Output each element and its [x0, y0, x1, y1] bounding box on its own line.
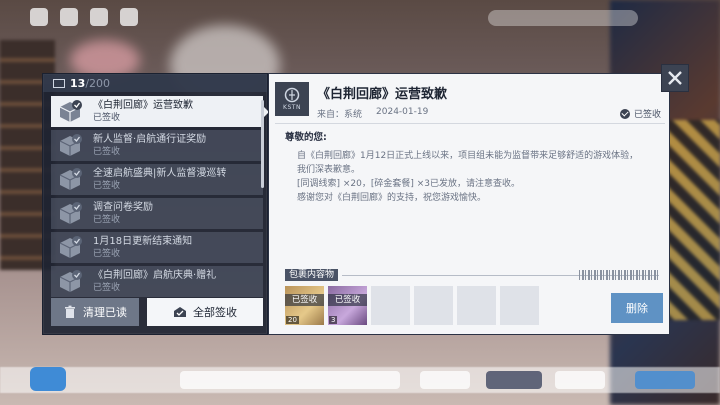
hud-button[interactable]	[486, 371, 542, 389]
currency-bar	[488, 10, 638, 26]
mail-body-line: 自《白荆回廊》1月12日正式上线以来，项目组未能为监督带来足够舒适的游戏体验，	[297, 151, 639, 161]
mail-item[interactable]: 1月18日更新结束通知 已签收	[51, 232, 263, 263]
mail-item-status: 已签收	[93, 146, 121, 157]
mail-body: 尊敬的您: 自《白荆回廊》1月12日正式上线以来，项目组未能为监督带来足够舒适的…	[285, 131, 665, 205]
hud-button[interactable]	[555, 371, 605, 389]
mail-item-title: 《白荆回廊》运营致歉	[93, 99, 193, 111]
empty-slot	[371, 286, 410, 325]
box-check-icon	[57, 99, 87, 125]
attachment-state: 已签收	[285, 294, 324, 306]
mail-list: 《白荆回廊》运营致歉 已签收 新人监督·启航通行证奖励 已签收 全速启航盛典|新…	[51, 96, 269, 300]
mail-meta: 来自：系统 2024-01-19	[317, 107, 428, 120]
mail-item-status: 已签收	[93, 214, 121, 225]
mail-item[interactable]: 《白荆回廊》运营致歉 已签收	[51, 96, 269, 127]
mail-detail-panel: KSTN 《白荆回廊》运营致歉 来自：系统 2024-01-19 已签收 尊敬的…	[268, 73, 670, 335]
sender-logo: KSTN	[275, 82, 309, 116]
close-button[interactable]	[661, 64, 689, 92]
header-divider	[275, 123, 665, 124]
barcode-decoration	[579, 270, 659, 280]
mail-list-panel: 13 /200 《白荆回廊》运营致歉 已签收 新人监督·启航通行证奖励 已签收	[42, 73, 269, 335]
mail-item-title: 调查问卷奖励	[93, 201, 153, 213]
mail-item[interactable]: 新人监督·启航通行证奖励 已签收	[51, 130, 263, 161]
hud-button[interactable]	[420, 371, 470, 389]
mail-date: 2024-01-19	[376, 107, 429, 117]
settings-icon[interactable]	[30, 8, 48, 26]
attachment-item[interactable]: 已签收 20	[285, 286, 324, 325]
box-check-icon	[57, 235, 87, 261]
mail-icon[interactable]	[60, 8, 78, 26]
attachment-item[interactable]: 已签收 3	[328, 286, 367, 325]
mail-item-status: 已签收	[93, 282, 121, 293]
mail-count-total: /200	[85, 76, 111, 90]
clear-read-label: 清理已读	[83, 306, 127, 319]
mail-list-scrollbar[interactable]	[261, 100, 264, 188]
mail-item-title: 新人监督·启航通行证奖励	[93, 133, 207, 145]
attachment-slots: 已签收 20 已签收 3	[285, 286, 539, 325]
mail-count-current: 13	[70, 76, 86, 90]
mail-item-status: 已签收	[93, 112, 121, 123]
chat-button[interactable]	[30, 367, 66, 391]
mail-item[interactable]: 全速启航盛典|新人监督漫巡转 已签收	[51, 164, 263, 195]
menu-icon[interactable]	[120, 8, 138, 26]
mail-actions: 清理已读 全部签收	[51, 298, 263, 326]
empty-slot	[414, 286, 453, 325]
logo-icon	[284, 87, 300, 103]
notice-icon[interactable]	[90, 8, 108, 26]
claim-icon	[174, 307, 186, 317]
mail-item[interactable]: 《白荆回廊》启航庆典·赠礼 已签收	[51, 266, 263, 297]
mail-title: 《白荆回廊》运营致歉	[317, 87, 448, 102]
mail-item-title: 《白荆回廊》启航庆典·赠礼	[93, 269, 217, 281]
hud-button[interactable]	[635, 371, 695, 389]
mail-item-title: 1月18日更新结束通知	[93, 235, 193, 247]
claim-all-label: 全部签收	[193, 306, 237, 319]
attachment-qty: 20	[286, 316, 299, 324]
close-icon	[668, 71, 682, 85]
attachments-label: 包裹内容物	[285, 269, 339, 281]
attachments-header: 包裹内容物	[285, 269, 659, 281]
signed-label: 已签收	[633, 110, 661, 120]
top-hud	[30, 8, 138, 26]
mail-body-line: 我们深表歉意。	[297, 165, 361, 175]
mail-body-line: 感谢您对《白荆回廊》的支持，祝您游戏愉快。	[297, 193, 487, 203]
signed-status: 已签收	[619, 107, 661, 120]
box-check-icon	[57, 269, 87, 295]
mail-item-status: 已签收	[93, 248, 121, 259]
hud-button[interactable]	[180, 371, 400, 389]
box-check-icon	[57, 133, 87, 159]
empty-slot	[457, 286, 496, 325]
delete-button[interactable]: 删除	[611, 293, 663, 323]
mail-detail-header: KSTN 《白荆回廊》运营致歉 来自：系统 2024-01-19 已签收	[269, 74, 669, 124]
box-check-icon	[57, 167, 87, 193]
mail-item[interactable]: 调查问卷奖励 已签收	[51, 198, 263, 229]
empty-slot	[500, 286, 539, 325]
mail-greeting: 尊敬的您:	[285, 132, 327, 143]
box-check-icon	[57, 201, 87, 227]
check-circle-icon	[619, 108, 630, 119]
logo-text: KSTN	[283, 104, 301, 111]
clear-read-button[interactable]: 清理已读	[51, 298, 139, 326]
mail-body-line: [同调线索] ×20，[碎金套餐] ×3已发放，请注意查收。	[297, 179, 521, 189]
mail-count-bar: 13 /200	[43, 74, 267, 92]
attachment-qty: 3	[329, 316, 338, 324]
trash-icon	[65, 305, 75, 318]
sender-name: 系统	[344, 110, 363, 120]
mail-icon	[53, 78, 65, 88]
sender-prefix: 来自：	[317, 110, 345, 120]
mail-item-title: 全速启航盛典|新人监督漫巡转	[93, 167, 227, 179]
attachment-state: 已签收	[328, 294, 367, 306]
mail-item-status: 已签收	[93, 180, 121, 191]
claim-all-button[interactable]: 全部签收	[147, 298, 263, 326]
